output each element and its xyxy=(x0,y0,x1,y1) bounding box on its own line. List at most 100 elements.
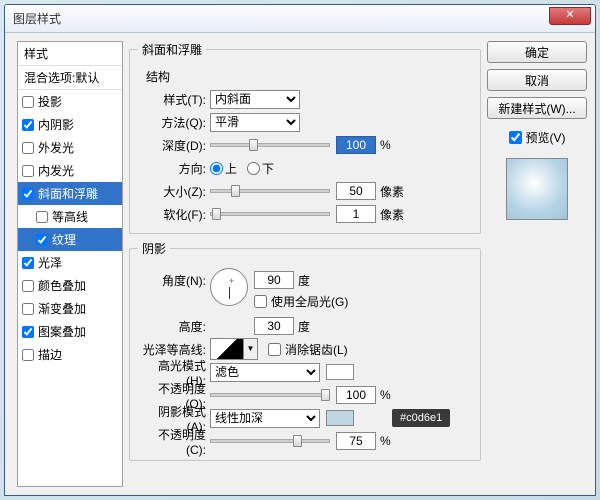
shading-fieldset: 阴影 角度(N): + 度 使用全局光(G) xyxy=(129,240,481,461)
style-checkbox[interactable] xyxy=(22,188,34,200)
altitude-label: 高度: xyxy=(140,318,210,335)
size-unit: 像素 xyxy=(380,183,404,200)
style-checkbox[interactable] xyxy=(22,326,34,338)
titlebar: 图层样式 ✕ xyxy=(5,5,595,33)
global-light-label: 使用全局光(G) xyxy=(271,293,348,310)
sh-opacity-unit: % xyxy=(380,434,391,448)
style-item-label: 内发光 xyxy=(38,162,74,179)
cancel-button[interactable]: 取消 xyxy=(487,69,587,91)
chevron-down-icon[interactable]: ▼ xyxy=(244,338,258,360)
direction-up[interactable]: 上 xyxy=(210,160,237,177)
style-item[interactable]: 投影 xyxy=(18,90,122,113)
highlight-mode-select[interactable]: 滤色 xyxy=(210,363,320,382)
style-item[interactable]: 描边 xyxy=(18,343,122,366)
style-item-label: 内阴影 xyxy=(38,116,74,133)
angle-label: 角度(N): xyxy=(140,268,210,289)
gloss-contour-label: 光泽等高线: xyxy=(140,341,210,358)
direction-label: 方向: xyxy=(140,160,210,177)
shadow-mode-select[interactable]: 线性加深 xyxy=(210,409,320,428)
styles-list: 样式 混合选项:默认 投影内阴影外发光内发光斜面和浮雕等高线纹理光泽颜色叠加渐变… xyxy=(17,41,123,487)
style-select[interactable]: 内斜面 xyxy=(210,90,300,109)
style-item-label: 投影 xyxy=(38,93,62,110)
size-label: 大小(Z): xyxy=(140,183,210,200)
hl-opacity-input[interactable] xyxy=(336,386,376,404)
soften-input[interactable] xyxy=(336,205,376,223)
preview-thumbnail xyxy=(506,158,568,220)
blend-options-row[interactable]: 混合选项:默认 xyxy=(18,66,122,90)
preview-checkbox[interactable] xyxy=(509,131,522,144)
size-slider[interactable] xyxy=(210,189,330,193)
style-item-label: 等高线 xyxy=(52,208,88,225)
style-checkbox[interactable] xyxy=(22,96,34,108)
right-panel: 确定 取消 新建样式(W)... 预览(V) xyxy=(487,41,587,487)
soften-label: 软化(F): xyxy=(140,206,210,223)
content-area: 样式 混合选项:默认 投影内阴影外发光内发光斜面和浮雕等高线纹理光泽颜色叠加渐变… xyxy=(5,33,595,495)
style-item[interactable]: 颜色叠加 xyxy=(18,274,122,297)
style-checkbox[interactable] xyxy=(22,119,34,131)
style-checkbox[interactable] xyxy=(22,303,34,315)
style-item[interactable]: 内阴影 xyxy=(18,113,122,136)
depth-slider[interactable] xyxy=(210,143,330,147)
angle-dial[interactable]: + xyxy=(210,268,248,306)
style-checkbox[interactable] xyxy=(22,142,34,154)
style-item-label: 斜面和浮雕 xyxy=(38,185,98,202)
sh-opacity-slider[interactable] xyxy=(210,439,330,443)
style-item[interactable]: 纹理 xyxy=(18,228,122,251)
depth-label: 深度(D): xyxy=(140,137,210,154)
settings-panel: 斜面和浮雕 结构 样式(T): 内斜面 方法(Q): 平滑 深度(D): % xyxy=(129,41,481,487)
angle-unit: 度 xyxy=(298,272,310,289)
style-item[interactable]: 等高线 xyxy=(18,205,122,228)
bevel-title: 斜面和浮雕 xyxy=(138,41,206,58)
style-checkbox[interactable] xyxy=(22,280,34,292)
style-item-label: 描边 xyxy=(38,346,62,363)
soften-slider[interactable] xyxy=(210,212,330,216)
antialias-checkbox[interactable] xyxy=(268,343,281,356)
shading-title: 阴影 xyxy=(138,240,170,257)
antialias-label: 消除锯齿(L) xyxy=(285,341,348,358)
style-item-label: 颜色叠加 xyxy=(38,277,86,294)
new-style-button[interactable]: 新建样式(W)... xyxy=(487,97,587,119)
depth-unit: % xyxy=(380,138,391,152)
global-light-checkbox[interactable] xyxy=(254,295,267,308)
styles-header[interactable]: 样式 xyxy=(18,42,122,66)
ok-button[interactable]: 确定 xyxy=(487,41,587,63)
style-checkbox[interactable] xyxy=(22,165,34,177)
color-tooltip: #c0d6e1 xyxy=(392,409,450,427)
style-item-label: 外发光 xyxy=(38,139,74,156)
style-item[interactable]: 图案叠加 xyxy=(18,320,122,343)
hl-opacity-slider[interactable] xyxy=(210,393,330,397)
technique-select[interactable]: 平滑 xyxy=(210,113,300,132)
sh-opacity-label: 不透明度(C): xyxy=(140,426,210,457)
technique-label: 方法(Q): xyxy=(140,114,210,131)
direction-down[interactable]: 下 xyxy=(247,160,274,177)
style-item-label: 纹理 xyxy=(52,231,76,248)
style-item[interactable]: 内发光 xyxy=(18,159,122,182)
bevel-fieldset: 斜面和浮雕 结构 样式(T): 内斜面 方法(Q): 平滑 深度(D): % xyxy=(129,41,481,234)
style-item-label: 渐变叠加 xyxy=(38,300,86,317)
style-label: 样式(T): xyxy=(140,91,210,108)
style-item[interactable]: 斜面和浮雕 xyxy=(18,182,122,205)
depth-input[interactable] xyxy=(336,136,376,154)
highlight-color-swatch[interactable] xyxy=(326,364,354,380)
style-checkbox[interactable] xyxy=(22,257,34,269)
style-item[interactable]: 渐变叠加 xyxy=(18,297,122,320)
gloss-contour-picker[interactable] xyxy=(210,338,244,360)
sh-opacity-input[interactable] xyxy=(336,432,376,450)
style-item[interactable]: 外发光 xyxy=(18,136,122,159)
preview-label: 预览(V) xyxy=(526,129,566,146)
soften-unit: 像素 xyxy=(380,206,404,223)
structure-subhead: 结构 xyxy=(146,68,470,85)
style-item[interactable]: 光泽 xyxy=(18,251,122,274)
size-input[interactable] xyxy=(336,182,376,200)
style-item-label: 图案叠加 xyxy=(38,323,86,340)
altitude-unit: 度 xyxy=(298,318,310,335)
shadow-color-swatch[interactable] xyxy=(326,410,354,426)
angle-input[interactable] xyxy=(254,271,294,289)
window-title: 图层样式 xyxy=(13,10,61,27)
altitude-input[interactable] xyxy=(254,317,294,335)
close-button[interactable]: ✕ xyxy=(549,7,591,25)
style-checkbox[interactable] xyxy=(22,349,34,361)
layer-style-dialog: 图层样式 ✕ 样式 混合选项:默认 投影内阴影外发光内发光斜面和浮雕等高线纹理光… xyxy=(4,4,596,496)
style-checkbox[interactable] xyxy=(36,211,48,223)
style-checkbox[interactable] xyxy=(36,234,48,246)
